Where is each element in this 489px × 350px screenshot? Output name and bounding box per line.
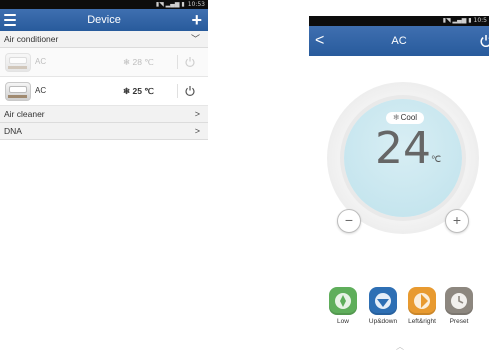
temperature-value: 24	[375, 123, 431, 174]
status-time: 10:53	[187, 1, 205, 8]
power-icon[interactable]	[184, 85, 196, 97]
add-device-icon[interactable]: +	[191, 10, 202, 30]
function-label: Preset	[449, 318, 469, 325]
air-conditioner-icon	[5, 82, 31, 101]
swing-vertical-icon	[369, 287, 397, 315]
status-bar: ▮◥ ▂▄▆ ▮ 10:5	[309, 16, 489, 26]
section-air-conditioner[interactable]: Air conditioner ﹀	[0, 31, 208, 48]
signal-icons: ▮◥ ▂▄▆ ▮	[155, 1, 185, 8]
fan-speed-button[interactable]: Low	[321, 287, 365, 325]
device-temperature: ❄ 28 ℃	[123, 57, 154, 67]
chevron-up-icon[interactable]: ︿	[396, 341, 404, 350]
section-label: Air cleaner	[4, 109, 45, 119]
power-icon[interactable]	[479, 34, 489, 48]
device-list-screen: ▮◥ ▂▄▆ ▮ 10:53 Device + Air conditioner ﹀…	[0, 0, 208, 180]
divider	[177, 84, 178, 98]
status-time: 10:5	[473, 17, 487, 24]
device-name: AC	[35, 57, 47, 66]
chevron-right-icon: >	[194, 109, 200, 119]
clock-icon	[445, 287, 473, 315]
section-label: Air conditioner	[4, 34, 59, 44]
temperature-unit: ℃	[431, 154, 442, 164]
power-icon[interactable]	[184, 56, 196, 68]
status-bar: ▮◥ ▂▄▆ ▮ 10:53	[0, 0, 208, 9]
section-dna[interactable]: DNA >	[0, 123, 208, 140]
chevron-right-icon: >	[194, 126, 200, 136]
function-label: Up&down	[368, 318, 398, 325]
app-header: < AC	[309, 26, 489, 56]
device-temperature: ❄ 25 ℃	[123, 86, 154, 96]
ac-control-screen: ▮◥ ▂▄▆ ▮ 10:5 < AC ❄Cool 24 ℃ − + Low Up…	[309, 16, 489, 350]
increase-temperature-button[interactable]: +	[445, 209, 469, 233]
decrease-temperature-button[interactable]: −	[337, 209, 361, 233]
app-header: Device +	[0, 9, 208, 31]
section-air-cleaner[interactable]: Air cleaner >	[0, 106, 208, 123]
mode-label: Cool	[400, 113, 418, 122]
preset-button[interactable]: Preset	[437, 287, 481, 325]
swing-horizontal-icon	[408, 287, 436, 315]
section-label: DNA	[4, 126, 22, 136]
function-label: Low	[337, 318, 349, 325]
chevron-down-icon: ﹀	[190, 34, 200, 44]
fan-icon	[329, 287, 357, 315]
snowflake-icon: ❄	[392, 113, 400, 122]
signal-icons: ▮◥ ▂▄▆ ▮	[442, 17, 474, 24]
swing-updown-button[interactable]: Up&down	[361, 287, 405, 325]
device-name: AC	[35, 86, 47, 95]
air-conditioner-icon	[5, 53, 31, 72]
device-row[interactable]: AC ❄ 28 ℃	[0, 48, 208, 77]
divider	[177, 55, 178, 69]
device-row[interactable]: AC ❄ 25 ℃	[0, 77, 208, 106]
page-title: AC	[391, 35, 407, 47]
page-title: Device	[87, 14, 121, 26]
